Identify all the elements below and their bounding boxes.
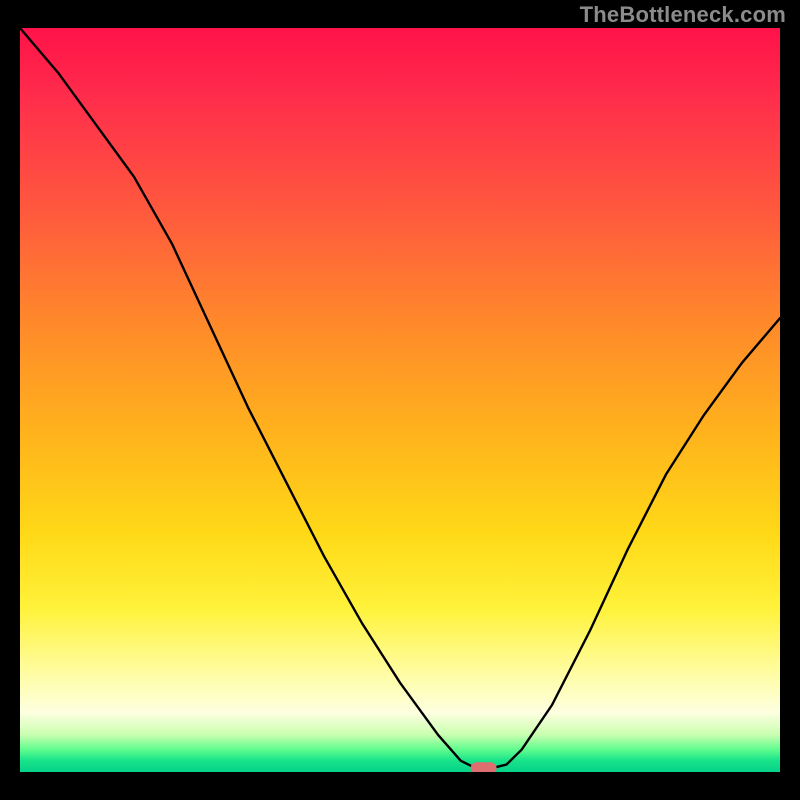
plot-area: [20, 28, 780, 772]
chart-frame: TheBottleneck.com: [0, 0, 800, 800]
optimal-marker: [471, 762, 497, 772]
bottleneck-curve-svg: [20, 28, 780, 772]
watermark-text: TheBottleneck.com: [580, 2, 786, 28]
bottleneck-curve: [20, 28, 780, 768]
